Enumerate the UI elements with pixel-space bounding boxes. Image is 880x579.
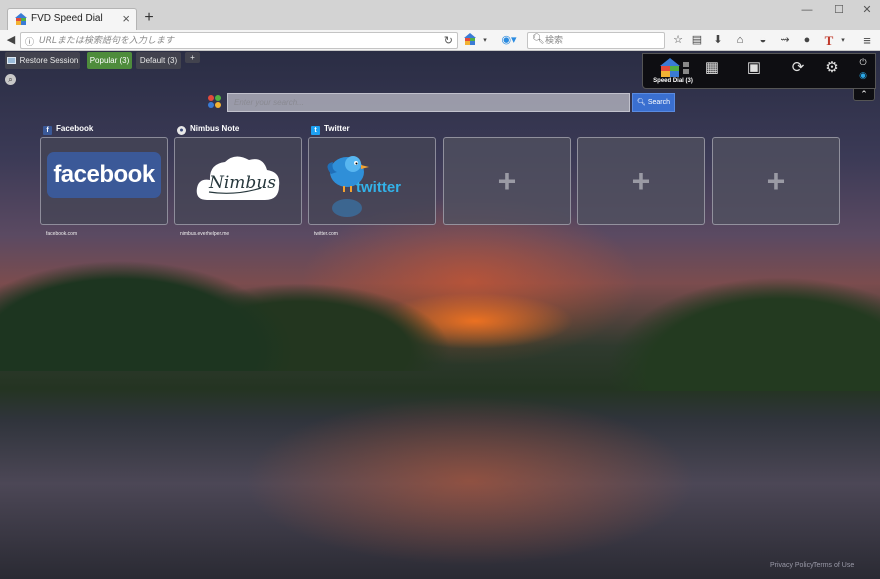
- nimbus-cloud-logo: Nimbus: [196, 156, 280, 200]
- add-dial-icon: +: [631, 163, 651, 199]
- most-visited-icon[interactable]: ▦: [703, 59, 721, 77]
- twitter-logo-text: twitter: [356, 179, 401, 196]
- facebook-logo: facebook: [47, 152, 161, 198]
- search-icon: 🔍︎: [532, 34, 545, 45]
- tab-strip: FVD Speed Dial × + — ☐ ✕: [0, 0, 880, 30]
- power-icon[interactable]: ⏻: [856, 57, 870, 67]
- speed-dial-page: Restore Session Popular (3) Default (3) …: [0, 51, 880, 579]
- speed-dial-home-button[interactable]: Speed Dial (3): [647, 56, 693, 88]
- empty-dial[interactable]: +: [443, 123, 571, 225]
- add-dial-icon: +: [497, 163, 517, 199]
- dial-thumbnail[interactable]: facebook: [40, 137, 168, 225]
- new-tab-button[interactable]: +: [141, 9, 157, 27]
- empty-dial[interactable]: +: [712, 123, 840, 225]
- speed-dial-logo-icon: [660, 58, 689, 77]
- reload-icon[interactable]: ↻: [444, 34, 453, 47]
- reading-list-icon[interactable]: ▤: [690, 33, 704, 48]
- dial-title: Nimbus Note: [190, 124, 240, 133]
- dial-header: ● Nimbus Note: [174, 123, 302, 135]
- dial-facebook[interactable]: f Facebook facebook facebook.com: [40, 123, 168, 237]
- add-group-button[interactable]: +: [185, 52, 200, 63]
- back-arrow-icon[interactable]: ◀: [4, 33, 18, 48]
- settings-gear-icon[interactable]: ⚙: [823, 59, 841, 77]
- nimbus-logo-text: Nimbus: [208, 173, 276, 193]
- twitter-bird-logo: twitter: [327, 156, 401, 217]
- url-bar[interactable]: ⓘ ↻: [20, 32, 458, 49]
- tab-close-icon[interactable]: ×: [122, 11, 130, 26]
- empty-dial[interactable]: +: [577, 123, 705, 225]
- dial-header: [712, 123, 840, 135]
- tab-default[interactable]: Default (3): [136, 52, 181, 69]
- add-dial-icon: +: [766, 163, 786, 199]
- pocket-icon[interactable]: ◒: [756, 33, 770, 48]
- tab-popular[interactable]: Popular (3): [87, 52, 132, 69]
- search-engine-logo-icon: [208, 95, 221, 108]
- speed-dial-home-icon: [464, 33, 476, 45]
- dial-url: twitter.com: [314, 231, 338, 237]
- maximize-button[interactable]: ☐: [824, 2, 854, 18]
- facebook-icon: f: [43, 126, 52, 135]
- dial-thumbnail[interactable]: Nimbus: [174, 137, 302, 225]
- restore-session-label: Restore Session: [19, 56, 79, 65]
- twitter-icon: t: [311, 126, 320, 135]
- dial-header: [577, 123, 705, 135]
- browser-tab[interactable]: FVD Speed Dial ×: [7, 8, 137, 30]
- restore-icon: [6, 57, 16, 64]
- url-input[interactable]: [39, 34, 434, 47]
- dial-url: facebook.com: [46, 231, 78, 237]
- dropdown-arrow-icon[interactable]: ▾: [480, 33, 490, 48]
- translate-dropdown-icon[interactable]: ▾: [838, 33, 848, 48]
- info-icon[interactable]: ⓘ: [25, 35, 34, 48]
- search-bar[interactable]: 🔍︎: [527, 32, 665, 49]
- background-trees-right: [540, 241, 880, 391]
- sync-icon[interactable]: ⇝: [778, 33, 792, 48]
- dial-url: nimbus.everhelper.me: [180, 231, 230, 237]
- fvd-favicon-icon: [15, 13, 27, 25]
- dial-twitter[interactable]: t Twitter twitter twitter.com: [308, 123, 436, 237]
- download-icon[interactable]: ⬇: [711, 33, 725, 48]
- search-button[interactable]: 🔍︎ Search: [632, 93, 675, 112]
- privacy-policy-link[interactable]: Privacy Policy: [770, 562, 814, 569]
- extension-icon[interactable]: ●: [800, 33, 814, 48]
- dial-title: Twitter: [324, 124, 350, 133]
- empty-dial-thumbnail[interactable]: +: [577, 137, 705, 225]
- empty-dial-thumbnail[interactable]: +: [712, 137, 840, 225]
- search-button-label: Search: [647, 99, 671, 106]
- minimize-button[interactable]: —: [792, 2, 822, 18]
- dial-thumbnail[interactable]: twitter: [308, 137, 436, 225]
- bookmark-star-icon[interactable]: ☆: [671, 33, 685, 48]
- dial-header: t Twitter: [308, 123, 436, 135]
- dial-header: f Facebook: [40, 123, 168, 135]
- menu-icon[interactable]: ≡: [860, 33, 874, 48]
- navigation-toolbar: ◀ ⓘ ↻ ▾ ◉▾ 🔍︎ ☆ ▤ ⬇ ⌂ ◒ ⇝ ● T ▾ ≡: [0, 30, 880, 51]
- speed-dial-home-label: Speed Dial (3): [653, 78, 693, 84]
- search-engine-icon[interactable]: ◉▾: [500, 33, 518, 48]
- dial-title: Facebook: [56, 124, 94, 133]
- collapse-panel-chevron-icon[interactable]: ⌃: [853, 89, 875, 101]
- tab-title: FVD Speed Dial: [31, 13, 103, 24]
- search-icon[interactable]: ⌕: [5, 74, 16, 85]
- home-icon[interactable]: ⌂: [733, 33, 747, 48]
- empty-dial-thumbnail[interactable]: +: [443, 137, 571, 225]
- home-dial-icon[interactable]: [463, 33, 477, 48]
- dial-nimbus-note[interactable]: ● Nimbus Note Nimbus nimbus.everhelper.me: [174, 123, 302, 237]
- nimbus-icon: ●: [177, 126, 186, 135]
- recently-closed-icon[interactable]: ▣: [745, 59, 763, 77]
- eye-icon[interactable]: ◉: [856, 70, 870, 80]
- translate-icon[interactable]: T: [823, 33, 835, 48]
- speed-dial-search-input[interactable]: [227, 93, 630, 112]
- restore-session-button[interactable]: Restore Session: [5, 52, 80, 69]
- search-input[interactable]: [545, 34, 660, 47]
- dial-header: [443, 123, 571, 135]
- sync-icon[interactable]: ⟳: [789, 59, 807, 77]
- terms-of-use-link[interactable]: Terms of Use: [813, 562, 854, 569]
- close-window-button[interactable]: ✕: [852, 2, 880, 18]
- speed-dial-toolbar-panel: Speed Dial (3) ▦ ▣ ⟳ ⚙ ⏻ ◉: [642, 53, 876, 89]
